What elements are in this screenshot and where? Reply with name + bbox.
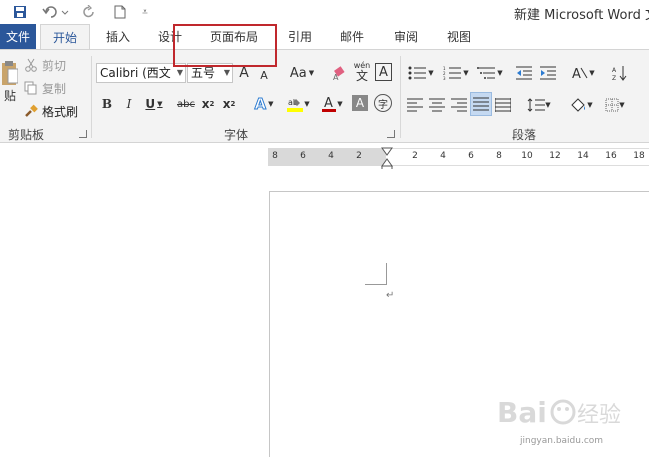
copy-icon — [24, 81, 38, 95]
strikethrough-icon[interactable]: abc — [175, 93, 197, 115]
tab-insert[interactable]: 插入 — [100, 24, 136, 50]
paragraph-mark-icon: ↵ — [386, 290, 395, 301]
text-effects-icon: A — [254, 95, 267, 114]
ruler-tick-label: 12 — [549, 151, 561, 161]
change-case-button[interactable]: Aa ▼ — [287, 62, 317, 84]
ruler-tick-label: 14 — [577, 151, 589, 161]
align-center-icon[interactable] — [428, 94, 446, 116]
borders-button[interactable]: ▼ — [600, 94, 630, 116]
tab-review[interactable]: 审阅 — [388, 24, 424, 50]
font-group-label: 字体 — [224, 128, 249, 142]
sort-icon[interactable]: AZ — [610, 62, 630, 84]
new-document-icon[interactable] — [110, 3, 130, 21]
cut-label: 剪切 — [42, 58, 67, 73]
copy-button[interactable]: 复制 — [24, 79, 66, 97]
tab-home[interactable]: 开始 — [40, 24, 90, 50]
svg-text:A: A — [572, 67, 581, 81]
ruler-tick-label: 8 — [272, 151, 278, 161]
svg-text:Z: Z — [612, 75, 616, 81]
svg-text:经验: 经验 — [577, 403, 621, 428]
group-divider — [400, 56, 401, 138]
ruler-tick-label: 6 — [468, 151, 474, 161]
ruler-tick-label: 18 — [633, 151, 645, 161]
phonetic-char: 文 — [355, 69, 368, 83]
svg-text:Bai: Bai — [497, 396, 547, 429]
watermark-url: jingyan.baidu.com — [520, 436, 604, 446]
tab-file[interactable]: 文件 — [0, 24, 36, 50]
clear-formatting-icon[interactable]: A — [330, 62, 348, 84]
tab-mailings[interactable]: 邮件 — [334, 24, 370, 50]
tab-references[interactable]: 引用 — [282, 24, 318, 50]
align-left-icon[interactable] — [406, 94, 424, 116]
ribbon: 贴 剪切 复制 格式刷 剪贴板 Calibri (西文 ▼ 五号 ▼ A A A… — [0, 49, 649, 143]
format-painter-button[interactable]: 格式刷 — [24, 102, 78, 120]
increase-indent-icon[interactable] — [538, 62, 558, 84]
cut-button[interactable]: 剪切 — [24, 56, 66, 74]
highlight-color-button[interactable]: ab ▼ — [283, 93, 313, 115]
title-bar: ⩡ 新建 Microsoft Word 文 — [0, 0, 649, 24]
underline-button[interactable]: U ▼ — [143, 93, 165, 115]
text-boundary-corner — [365, 263, 387, 285]
clipboard-dialog-launcher-icon[interactable] — [79, 130, 87, 138]
asian-layout-button[interactable]: A ▼ — [568, 62, 598, 84]
justify-icon[interactable] — [470, 92, 492, 116]
ruler-tick-label: 2 — [412, 151, 418, 161]
ruler-tick-label: 16 — [605, 151, 617, 161]
subscript-icon[interactable]: x2 — [200, 93, 216, 115]
shrink-font-icon[interactable]: A — [257, 64, 271, 86]
character-shading-icon[interactable]: A — [352, 95, 368, 111]
character-border-icon[interactable]: A — [375, 63, 392, 81]
font-dialog-launcher-icon[interactable] — [387, 130, 395, 138]
redo-icon[interactable] — [80, 3, 100, 21]
window-title: 新建 Microsoft Word 文 — [514, 8, 649, 23]
align-right-icon[interactable] — [450, 94, 468, 116]
ruler-tick-label: 4 — [328, 151, 334, 161]
ruler-tick-label: 4 — [440, 151, 446, 161]
italic-icon[interactable]: I — [122, 93, 136, 115]
font-color-button[interactable]: A ▼ — [317, 93, 347, 115]
customize-quick-access-icon[interactable]: ⩡ — [138, 3, 152, 21]
save-icon[interactable] — [10, 3, 30, 21]
ruler-tick-label: 6 — [300, 151, 306, 161]
decrease-indent-icon[interactable] — [514, 62, 534, 84]
ruler-tick-label: 8 — [496, 151, 502, 161]
svg-text:A: A — [333, 73, 339, 81]
enclose-characters-icon[interactable]: 字 — [374, 94, 392, 112]
format-painter-label: 格式刷 — [42, 104, 79, 119]
text-effects-button[interactable]: A ▼ — [251, 93, 277, 115]
paragraph-group-label: 段落 — [512, 128, 537, 142]
font-name-value: Calibri (西文 — [100, 66, 171, 80]
copy-label: 复制 — [42, 81, 67, 96]
brush-icon — [24, 104, 38, 118]
font-size-value: 五号 — [191, 66, 216, 80]
paste-label: 贴 — [3, 88, 16, 103]
svg-text:A: A — [324, 96, 333, 111]
group-divider — [91, 56, 92, 138]
line-spacing-button[interactable]: ▼ — [524, 94, 554, 116]
undo-icon[interactable] — [40, 3, 72, 21]
highlight-annotation-box — [173, 24, 277, 67]
bullets-button[interactable]: ▼ — [406, 62, 436, 84]
svg-text:3: 3 — [443, 76, 446, 80]
svg-text:A: A — [612, 67, 617, 74]
clipboard-group-label: 剪贴板 — [8, 128, 45, 142]
distribute-icon[interactable] — [494, 94, 512, 116]
ruler-tick-label: 10 — [521, 151, 533, 161]
paste-button[interactable]: 贴 — [0, 58, 20, 106]
superscript-icon[interactable]: x2 — [221, 93, 237, 115]
change-case-label: Aa — [289, 65, 307, 81]
ribbon-tabs: 文件 开始 插入 设计 页面布局 引用 邮件 审阅 视图 — [0, 24, 649, 50]
bold-icon[interactable]: B — [100, 93, 114, 115]
scissors-icon — [24, 58, 38, 72]
ruler-tick-label: 2 — [356, 151, 362, 161]
shading-button[interactable]: ▼ — [566, 94, 596, 116]
tab-view[interactable]: 视图 — [441, 24, 477, 50]
phonetic-guide-button[interactable]: wén 文 — [352, 59, 372, 85]
numbering-button[interactable]: 1 2 3 ▼ — [441, 62, 471, 84]
multilevel-list-button[interactable]: ▼ — [475, 62, 505, 84]
